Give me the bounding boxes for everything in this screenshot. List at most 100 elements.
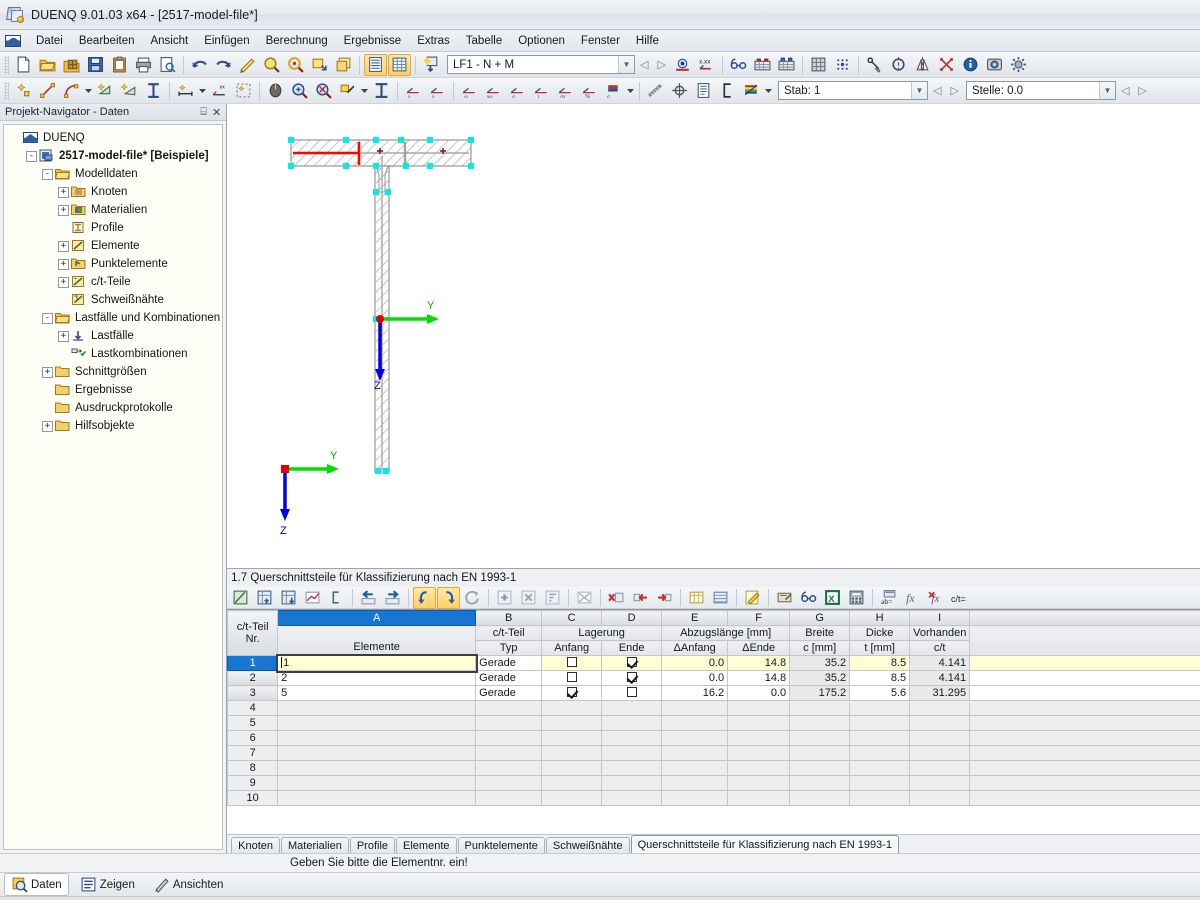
navigator-tree[interactable]: DUENQ -2517-model-file* [Beispiele] - Model…: [3, 124, 224, 850]
sigma-v-icon[interactable]: σv: [554, 80, 577, 102]
menu-ansicht[interactable]: Ansicht: [142, 31, 196, 51]
tree-item-knoten[interactable]: + Knoten: [6, 183, 220, 201]
cell-empty[interactable]: [661, 775, 729, 791]
print-table-icon[interactable]: [773, 587, 796, 609]
cell-empty[interactable]: [541, 775, 603, 791]
cell-lagerung-anfang[interactable]: [541, 655, 603, 671]
symmetry-circle-icon[interactable]: [887, 54, 910, 76]
menu-bearbeiten[interactable]: Bearbeiten: [71, 31, 143, 51]
cell-empty[interactable]: [969, 790, 1200, 806]
cell-lagerung-ende[interactable]: [601, 685, 663, 701]
expand-toggle-icon[interactable]: +: [42, 420, 53, 432]
redo-icon[interactable]: [212, 54, 235, 76]
cell-empty[interactable]: [909, 790, 971, 806]
row-colors-icon[interactable]: [709, 587, 732, 609]
report-icon[interactable]: [692, 80, 715, 102]
zoom-target-icon[interactable]: [284, 54, 307, 76]
undo-icon[interactable]: [188, 54, 211, 76]
remove-left-icon[interactable]: [629, 587, 652, 609]
menu-datei[interactable]: Datei: [28, 31, 71, 51]
nav-next-icon-3[interactable]: ▷: [1134, 84, 1150, 97]
x-xx-value-icon[interactable]: x.xx: [695, 54, 718, 76]
cell-empty[interactable]: [601, 775, 663, 791]
member-combo[interactable]: Stab: 1 ▼: [778, 81, 928, 100]
save-icon[interactable]: [84, 54, 107, 76]
cell-empty[interactable]: [661, 745, 729, 761]
chevron-down-icon[interactable]: ▼: [618, 56, 634, 73]
calculator-icon[interactable]: [845, 587, 868, 609]
clear-selection-icon[interactable]: [573, 587, 596, 609]
cell-empty[interactable]: [727, 745, 791, 761]
cell-empty[interactable]: [541, 790, 603, 806]
cell-empty[interactable]: [969, 700, 1200, 716]
cell-empty[interactable]: [789, 700, 851, 716]
cell-empty[interactable]: [849, 715, 911, 731]
cell-elemente-editing[interactable]: 1: [275, 653, 478, 673]
undo-table-icon[interactable]: [413, 586, 437, 609]
cell-empty[interactable]: [277, 700, 477, 716]
cell-empty[interactable]: [541, 715, 603, 731]
expand-toggle-icon[interactable]: +: [58, 258, 69, 270]
sv-icon[interactable]: s: [426, 80, 449, 102]
new-element-2-icon[interactable]: [118, 80, 141, 102]
cell-empty[interactable]: [661, 700, 729, 716]
table-row-empty[interactable]: 9: [227, 775, 1200, 791]
cell-empty[interactable]: [541, 730, 603, 746]
cell-typ[interactable]: Gerade: [475, 670, 543, 686]
fx-icon[interactable]: fx: [901, 587, 924, 609]
menu-hilfe[interactable]: Hilfe: [628, 31, 667, 51]
column-letter-i[interactable]: I: [909, 610, 971, 626]
edit-section-icon[interactable]: [236, 54, 259, 76]
tab-schwei-n-hte[interactable]: Schweißnähte: [545, 837, 630, 853]
mesh-icon[interactable]: [807, 54, 830, 76]
nav-next-icon-2[interactable]: ▷: [946, 84, 962, 97]
tab-knoten[interactable]: Knoten: [231, 837, 281, 853]
open-folder-icon[interactable]: [36, 54, 59, 76]
table-row[interactable]: 1 1 Gerade 0.0 14.8 35.2 8.5 4.141: [227, 653, 1200, 673]
dropdown-dimension-icon[interactable]: [198, 80, 207, 102]
cell-empty[interactable]: [541, 700, 603, 716]
bottom-tab-ansichten[interactable]: Ansichten: [146, 873, 231, 896]
cell-empty[interactable]: [277, 730, 477, 746]
cell-empty[interactable]: [789, 715, 851, 731]
insert-right-icon[interactable]: [653, 587, 676, 609]
ct-icon[interactable]: c/t=: [949, 587, 977, 609]
tree-item-elemente[interactable]: + Elemente: [6, 237, 220, 255]
expand-toggle-icon[interactable]: +: [42, 366, 53, 378]
cell-empty[interactable]: [601, 790, 663, 806]
checkbox-ende[interactable]: [626, 657, 637, 667]
table-list-icon[interactable]: [364, 53, 387, 76]
cell-empty[interactable]: [849, 745, 911, 761]
cell-empty[interactable]: [849, 790, 911, 806]
cell-empty[interactable]: [661, 730, 729, 746]
menu-ergebnisse[interactable]: Ergebnisse: [336, 31, 410, 51]
bottom-tab-zeigen[interactable]: Zeigen: [73, 873, 142, 896]
cell-empty[interactable]: [277, 745, 477, 761]
column-letter-b[interactable]: B: [475, 610, 543, 626]
cell-lagerung-anfang[interactable]: [541, 670, 603, 686]
row-number[interactable]: 6: [227, 730, 279, 746]
tree-item-schnittgr-en[interactable]: + Schnittgrößen: [6, 363, 220, 381]
next-table-icon[interactable]: [381, 587, 404, 609]
toolbar-grip-2[interactable]: [4, 81, 9, 100]
cell-dicke[interactable]: 8.5: [849, 655, 911, 671]
tree-item-profile[interactable]: Profile: [6, 219, 220, 237]
menu-extras[interactable]: Extras: [409, 31, 458, 51]
column-letter-e[interactable]: E: [661, 610, 729, 626]
cell-empty[interactable]: [475, 790, 543, 806]
location-combo[interactable]: Stelle: 0.0 ▼: [965, 81, 1116, 100]
loadcase-combo[interactable]: LF1 - N + M ▼: [447, 55, 635, 74]
cell-dicke[interactable]: 5.6: [849, 685, 911, 701]
cell-empty[interactable]: [727, 700, 791, 716]
checkbox-ende[interactable]: [626, 672, 637, 682]
tab-elemente[interactable]: Elemente: [396, 837, 457, 853]
nav-prev-icon-2[interactable]: ◁: [929, 84, 945, 97]
cell-elemente[interactable]: 2: [277, 670, 477, 686]
table-row-empty[interactable]: 7: [227, 745, 1200, 761]
dimension-icon[interactable]: [174, 80, 197, 102]
cell-abzug-ende[interactable]: 0.0: [727, 685, 791, 701]
cell-lagerung-anfang[interactable]: [541, 685, 603, 701]
cell-empty[interactable]: [789, 790, 851, 806]
fx-delete-icon[interactable]: fx: [925, 587, 948, 609]
expand-toggle-icon[interactable]: +: [58, 240, 69, 252]
